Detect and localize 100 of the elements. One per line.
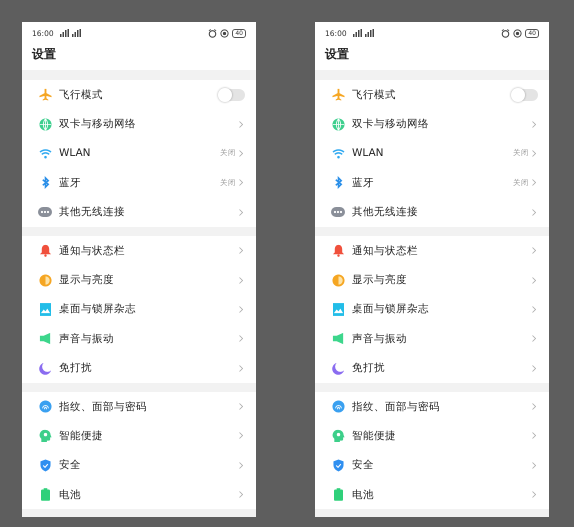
brightness-icon — [332, 274, 344, 287]
settings-item[interactable]: 指纹、面部与密码 — [315, 392, 549, 422]
item-label: 显示与亮度 — [352, 273, 408, 288]
speaker-icon — [332, 332, 344, 346]
settings-item[interactable]: 显示与亮度 — [315, 265, 549, 295]
settings-item[interactable]: 双卡与移动网络 — [315, 109, 549, 139]
chevron-icon — [239, 403, 243, 410]
item-label: 智能便捷 — [59, 428, 104, 443]
settings-item[interactable]: 免打扰 — [22, 354, 256, 383]
chevron-icon — [532, 491, 536, 498]
globe-icon — [38, 118, 52, 131]
signal-icon — [60, 29, 82, 37]
airplane-icon — [332, 88, 344, 102]
settings-item[interactable]: 飞行模式 — [315, 80, 549, 110]
item-label: 蓝牙 — [59, 176, 82, 190]
shield-icon — [332, 458, 344, 472]
settings-item[interactable]: 指纹、面部与密码 — [22, 392, 256, 422]
chevron-icon — [532, 306, 536, 313]
toggle-switch[interactable] — [219, 88, 245, 101]
settings-item[interactable]: 通知与状态栏 — [22, 236, 256, 266]
chevron-icon — [239, 208, 243, 216]
wifi-icon — [38, 148, 52, 159]
chevron-icon — [239, 179, 243, 186]
settings-item[interactable]: 智能便捷 — [22, 421, 256, 451]
settings-item[interactable]: 显示与亮度 — [22, 265, 256, 295]
item-label: 双卡与移动网络 — [59, 117, 137, 132]
item-label: WLAN — [352, 147, 385, 160]
chevron-icon — [239, 247, 243, 254]
fingerprint-icon — [332, 400, 344, 414]
airplane-icon — [38, 88, 52, 102]
chevron-icon — [532, 179, 536, 186]
chevron-icon — [532, 208, 536, 216]
settings-item[interactable]: 电池 — [315, 480, 549, 510]
settings-item[interactable]: 桌面与锁屏杂志 — [315, 294, 549, 324]
chevron-icon — [532, 335, 536, 342]
chevron-icon — [532, 150, 536, 157]
battery-icon — [40, 488, 50, 502]
item-label: 声音与振动 — [59, 332, 115, 346]
settings-item[interactable]: 声音与振动 — [315, 324, 549, 354]
fingerprint-icon — [38, 400, 52, 414]
moon-icon — [332, 362, 344, 375]
wifi-icon — [332, 148, 344, 159]
settings-item[interactable]: 其他无线连接 — [315, 198, 549, 227]
chevron-icon — [239, 150, 243, 157]
settings-item[interactable]: 免打扰 — [315, 354, 549, 383]
head-icon — [332, 429, 344, 442]
item-label: 电池 — [59, 488, 82, 502]
item-label: 其他无线连接 — [352, 205, 419, 220]
settings-item[interactable]: 桌面与锁屏杂志 — [22, 294, 256, 324]
chevron-icon — [532, 364, 536, 372]
item-label: WLAN — [59, 147, 92, 160]
item-label: 显示与亮度 — [59, 273, 115, 288]
chevron-icon — [239, 120, 243, 128]
settings-item[interactable]: 通知与状态栏 — [315, 236, 549, 266]
chevron-icon — [239, 364, 243, 372]
item-label: 安全 — [59, 458, 82, 472]
globe-icon — [332, 118, 344, 131]
chevron-icon — [239, 276, 243, 284]
toggle-switch[interactable] — [512, 88, 538, 101]
settings-item[interactable]: 电池 — [22, 480, 256, 510]
settings-item[interactable]: 声音与振动 — [22, 324, 256, 354]
chevron-icon — [532, 247, 536, 254]
picture-icon — [40, 302, 50, 316]
settings-item[interactable]: 安全 — [22, 450, 256, 480]
bell-icon — [38, 244, 52, 258]
item-label: 双卡与移动网络 — [352, 117, 430, 132]
item-label: 智能便捷 — [352, 428, 397, 443]
item-label: 指纹、面部与密码 — [59, 400, 148, 414]
chevron-icon — [239, 432, 243, 440]
item-label: 通知与状态栏 — [352, 244, 419, 258]
item-label: 电池 — [352, 488, 375, 502]
page-title: 设置 — [22, 44, 256, 70]
item-label: 其他无线连接 — [59, 205, 126, 220]
item-label: 蓝牙 — [352, 176, 375, 190]
bluetooth-icon — [40, 176, 50, 190]
item-label: 安全 — [352, 458, 375, 472]
bell-icon — [332, 244, 344, 258]
chevron-icon — [239, 491, 243, 498]
shield-icon — [40, 458, 50, 472]
chevron-icon — [532, 462, 536, 469]
settings-item[interactable]: 安全 — [315, 450, 549, 480]
settings-item[interactable]: 双卡与移动网络 — [22, 109, 256, 139]
settings-item[interactable]: 其他无线连接 — [22, 198, 256, 227]
chevron-icon — [239, 462, 243, 469]
chevron-icon — [532, 432, 536, 440]
item-label: 桌面与锁屏杂志 — [352, 302, 430, 316]
more-icon — [38, 207, 52, 218]
bluetooth-icon — [334, 176, 342, 190]
item-label: 飞行模式 — [59, 88, 104, 102]
chevron-icon — [532, 120, 536, 128]
item-label: 免打扰 — [352, 361, 386, 376]
alarm-icon — [208, 28, 218, 38]
settings-item[interactable]: 飞行模式 — [22, 80, 256, 110]
brightness-icon — [38, 274, 52, 287]
chevron-icon — [239, 306, 243, 313]
signal-icon — [352, 29, 375, 37]
settings-item[interactable]: 智能便捷 — [315, 421, 549, 451]
battery-icon — [334, 488, 342, 502]
chevron-icon — [532, 276, 536, 284]
alarm-icon — [501, 28, 510, 38]
